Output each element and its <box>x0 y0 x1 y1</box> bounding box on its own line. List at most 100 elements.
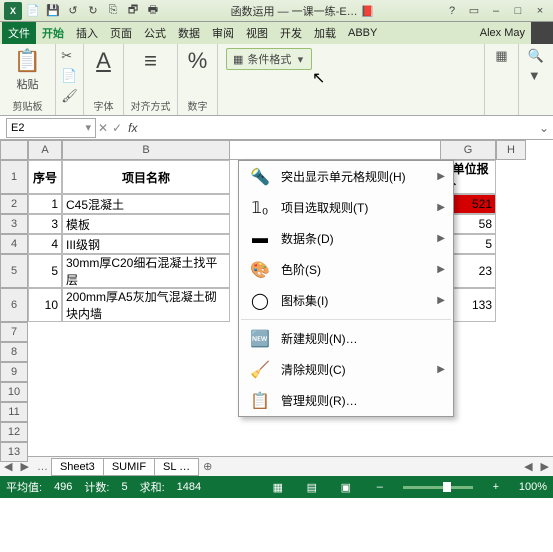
zoom-out-icon[interactable]: – <box>369 481 391 493</box>
menu-clear-rules[interactable]: 🧹清除规则(C)▶ <box>239 354 453 385</box>
zoom-value[interactable]: 100% <box>519 481 547 493</box>
menu-icon-sets[interactable]: ◯图标集(I)▶ <box>239 285 453 316</box>
qat-new-icon[interactable]: 📄 <box>24 2 42 20</box>
tab-page[interactable]: 页面 <box>104 22 138 44</box>
menu-data-bars[interactable]: ▬数据条(D)▶ <box>239 223 453 254</box>
cell-b2[interactable]: C45混凝土 <box>62 194 230 214</box>
cell-b6[interactable]: 200mm厚A5灰加气混凝土砌块内墙 <box>62 288 230 322</box>
help-icon[interactable]: ? <box>443 2 461 20</box>
zoom-in-icon[interactable]: + <box>485 481 507 493</box>
status-avg-label: 平均值: <box>6 479 42 495</box>
tab-view[interactable]: 视图 <box>240 22 274 44</box>
avatar[interactable] <box>531 22 553 44</box>
tab-addin[interactable]: 加载 <box>308 22 342 44</box>
qat-save-icon[interactable]: 💾 <box>44 2 62 20</box>
row-header-8[interactable]: 8 <box>0 342 28 362</box>
qat-redo-icon[interactable]: ↻ <box>84 2 102 20</box>
menu-color-scales[interactable]: 🎨色阶(S)▶ <box>239 254 453 285</box>
user-name[interactable]: Alex May <box>474 24 531 42</box>
cell-b4[interactable]: III级钢 <box>62 234 230 254</box>
minimize-icon[interactable]: – <box>487 2 505 20</box>
menu-label: 清除规则(C) <box>281 361 346 378</box>
view-pagebreak-icon[interactable]: ▣ <box>335 481 357 494</box>
submenu-arrow-icon: ▶ <box>437 264 445 275</box>
tab-data[interactable]: 数据 <box>172 22 206 44</box>
fx-icon[interactable]: fx <box>128 121 137 135</box>
copy-icon[interactable]: 📄 <box>61 68 78 84</box>
zoom-slider[interactable] <box>403 486 473 489</box>
row-header-6[interactable]: 6 <box>0 288 28 322</box>
font-group: A 字体 <box>84 44 124 115</box>
cell-a5[interactable]: 5 <box>28 254 62 288</box>
ribbon-toggle-icon[interactable]: ▭ <box>465 2 483 20</box>
tab-dev[interactable]: 开发 <box>274 22 308 44</box>
view-normal-icon[interactable]: ▦ <box>267 481 289 494</box>
row-header-12[interactable]: 12 <box>0 422 28 442</box>
menu-top-bottom-rules[interactable]: 𝟙₀项目选取规则(T)▶ <box>239 192 453 223</box>
fx-confirm-icon[interactable]: ✓ <box>112 121 122 135</box>
qat-print-icon[interactable]: 🖶 <box>144 2 162 20</box>
tab-review[interactable]: 审阅 <box>206 22 240 44</box>
align-group: ≡ 对齐方式 <box>124 44 178 115</box>
submenu-arrow-icon: ▶ <box>437 202 445 213</box>
paste-icon[interactable]: 📋 <box>14 48 41 74</box>
sheet-nav-more-icon[interactable]: … <box>33 461 52 473</box>
tab-home[interactable]: 开始 <box>36 22 70 44</box>
fx-cancel-icon[interactable]: ✕ <box>98 121 108 135</box>
cut-icon[interactable]: ✂ <box>61 48 78 64</box>
row-header-13[interactable]: 13 <box>0 442 28 462</box>
cell-a2[interactable]: 1 <box>28 194 62 214</box>
qat-copy-icon[interactable]: ⎘ <box>104 2 122 20</box>
col-header-h[interactable]: H <box>496 140 526 160</box>
cell-a3[interactable]: 3 <box>28 214 62 234</box>
conditional-format-button[interactable]: ▦ 条件格式 ▾ <box>226 48 312 70</box>
find-icon[interactable]: 🔍 <box>528 48 544 64</box>
menu-new-rule[interactable]: 🆕新建规则(N)… <box>239 323 453 354</box>
close-icon[interactable]: × <box>531 2 549 20</box>
row-header-2[interactable]: 2 <box>0 194 28 214</box>
cell-b1[interactable]: 项目名称 <box>62 160 230 194</box>
number-icon[interactable]: % <box>188 48 208 74</box>
view-pagelayout-icon[interactable]: ▤ <box>301 481 323 494</box>
chevron-down-icon[interactable]: ▾ <box>295 53 305 66</box>
col-header-a[interactable]: A <box>28 140 62 160</box>
tab-formula[interactable]: 公式 <box>138 22 172 44</box>
qat-window-icon[interactable]: 🗗 <box>124 2 142 20</box>
col-header-g[interactable]: G <box>440 140 496 160</box>
tab-abby[interactable]: ABBY <box>342 24 383 42</box>
editing-group: 🔍▼ <box>519 44 553 115</box>
cell-a1[interactable]: 序号 <box>28 160 62 194</box>
row-header-10[interactable]: 10 <box>0 382 28 402</box>
row-header-9[interactable]: 9 <box>0 362 28 382</box>
col-header-b[interactable]: B <box>62 140 230 160</box>
row-header-3[interactable]: 3 <box>0 214 28 234</box>
brush-icon[interactable]: 🖌 <box>61 88 78 104</box>
cell-a4[interactable]: 4 <box>28 234 62 254</box>
row-header-5[interactable]: 5 <box>0 254 28 288</box>
column-headers: A B G H <box>28 140 526 160</box>
cell-b3[interactable]: 模板 <box>62 214 230 234</box>
tab-insert[interactable]: 插入 <box>70 22 104 44</box>
filter-icon[interactable]: ▼ <box>528 68 544 83</box>
worksheet-grid[interactable]: A B G H 1 2 3 4 5 6 7 8 9 10 11 12 13 序号… <box>0 140 553 456</box>
row-header-7[interactable]: 7 <box>0 322 28 342</box>
row-header-11[interactable]: 11 <box>0 402 28 422</box>
formula-expand-icon[interactable]: ⌄ <box>539 121 549 135</box>
cell-a6[interactable]: 10 <box>28 288 62 322</box>
cell-b5[interactable]: 30mm厚C20细石混凝土找平层 <box>62 254 230 288</box>
menu-highlight-rules[interactable]: 🔦突出显示单元格规则(H)▶ <box>239 161 453 192</box>
font-icon[interactable]: A <box>96 48 111 74</box>
row-header-4[interactable]: 4 <box>0 234 28 254</box>
name-box[interactable]: E2▾ <box>6 118 96 138</box>
zoom-thumb[interactable] <box>443 482 451 492</box>
insert-cells-icon[interactable]: ▦ <box>495 48 507 64</box>
select-all-corner[interactable] <box>0 140 28 160</box>
tab-file[interactable]: 文件 <box>2 22 36 44</box>
chevron-down-icon[interactable]: ▾ <box>85 121 91 134</box>
menu-label: 新建规则(N)… <box>281 330 358 347</box>
menu-manage-rules[interactable]: 📋管理规则(R)… <box>239 385 453 416</box>
align-icon[interactable]: ≡ <box>144 48 157 74</box>
row-header-1[interactable]: 1 <box>0 160 28 194</box>
maximize-icon[interactable]: □ <box>509 2 527 20</box>
qat-undo-icon[interactable]: ↺ <box>64 2 82 20</box>
